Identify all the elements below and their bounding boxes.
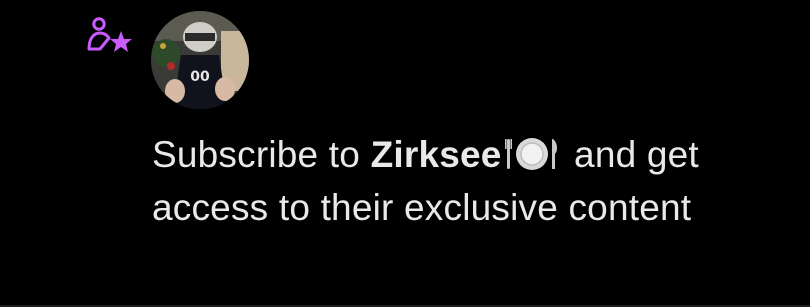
notification-message: Subscribe to Zirksee and get access to t… — [152, 128, 792, 234]
user-avatar[interactable]: 00 — [151, 11, 249, 109]
svg-text:00: 00 — [190, 69, 210, 85]
account-name[interactable]: Zirksee — [371, 134, 502, 175]
message-prefix: Subscribe to — [152, 134, 371, 175]
subscriber-star-icon — [86, 16, 136, 56]
plate-with-cutlery-icon — [504, 134, 560, 172]
